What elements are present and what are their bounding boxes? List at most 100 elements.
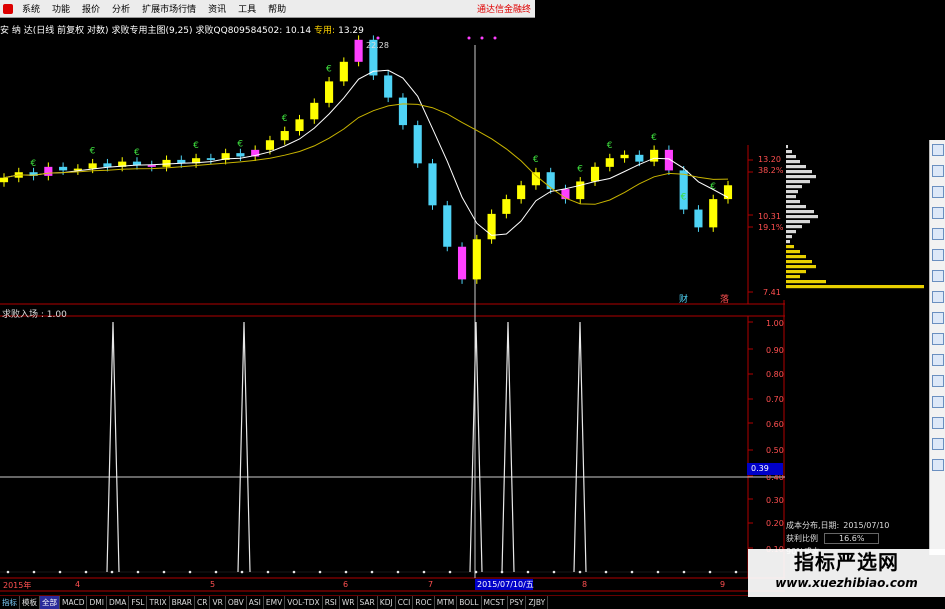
tab-kdj[interactable]: KDJ [378, 596, 396, 609]
tab--[interactable]: 指标 [0, 596, 20, 609]
candle-body [531, 172, 540, 186]
chip-bar [786, 175, 816, 179]
menu-item-system[interactable]: 系统 [16, 2, 46, 15]
ma-icon[interactable] [932, 354, 944, 366]
tab-fsl[interactable]: FSL [129, 596, 148, 609]
baseline-dot [162, 570, 166, 574]
menu-item-analysis[interactable]: 分析 [106, 2, 136, 15]
grid-icon[interactable] [932, 228, 944, 240]
tab-brar[interactable]: BRAR [170, 596, 196, 609]
tab--[interactable]: 全部 [40, 596, 60, 609]
top-marker-1 [376, 36, 380, 40]
more-icon[interactable] [932, 396, 944, 408]
candle-body [310, 102, 319, 120]
entry-spike-5 [573, 321, 587, 573]
chip-bar [786, 255, 806, 259]
baseline-dot [6, 570, 10, 574]
draw-icon[interactable] [932, 417, 944, 429]
sub-tick-2: 0.90 [766, 346, 784, 355]
bottom-icon[interactable] [932, 438, 944, 450]
tab-dmi[interactable]: DMI [87, 596, 107, 609]
menu-item-help[interactable]: 帮助 [262, 2, 292, 15]
month-label-6: 6 [343, 580, 349, 589]
k-icon[interactable] [932, 207, 944, 219]
tab-zjby[interactable]: ZJBY [526, 596, 549, 609]
candle-body [88, 163, 97, 169]
signal-glyph-13: € [710, 182, 716, 192]
month-label-7: 7 [428, 580, 434, 589]
candle-body [472, 239, 481, 280]
tab--[interactable]: 模板 [20, 596, 40, 609]
candle-body [206, 158, 215, 160]
signal-glyph-4: € [193, 141, 199, 151]
tab-macd[interactable]: MACD [60, 596, 88, 609]
trend-icon[interactable] [932, 165, 944, 177]
menu-item-news[interactable]: 资讯 [202, 2, 232, 15]
indicator-name: 求败专用主图(9,25) [111, 26, 193, 36]
sub-chart-title: 求败入场 : 1.00 [2, 310, 67, 320]
tab-boll[interactable]: BOLL [457, 596, 482, 609]
tab-trix[interactable]: TRIX [147, 596, 170, 609]
entry-spike-3 [469, 321, 483, 573]
signal-glyph-10: € [607, 141, 613, 151]
list-icon[interactable] [932, 375, 944, 387]
tab-cr[interactable]: CR [195, 596, 211, 609]
tab-obv[interactable]: OBV [226, 596, 247, 609]
chip-bar [786, 190, 798, 194]
tab-rsi[interactable]: RSI [323, 596, 340, 609]
menu-item-function[interactable]: 功能 [46, 2, 76, 15]
tab-emv[interactable]: EMV [264, 596, 286, 609]
tab-cci[interactable]: CCI [396, 596, 414, 609]
candle-body [709, 199, 718, 228]
chip-bar [786, 150, 792, 154]
indicator-info-line: 安 纳 达(日线 前复权 对数) 求败专用主图(9,25) 求败QQ80958450… [0, 23, 367, 36]
tab-mtm[interactable]: MTM [435, 596, 458, 609]
sub-tick-1: 1.00 [766, 319, 784, 328]
candle-body [457, 246, 467, 280]
end-icon[interactable] [932, 459, 944, 471]
baseline-dot [292, 570, 296, 574]
tag-cai[interactable]: 财 [679, 292, 688, 305]
menu-item-tools[interactable]: 工具 [232, 2, 262, 15]
menu-bar: 系统 功能 报价 分析 扩展市场行情 资讯 工具 帮助 通达信金融终 [0, 0, 535, 18]
watermark: 指标严选网 www.xuezhibiao.com [748, 549, 945, 597]
tab-vr[interactable]: VR [210, 596, 226, 609]
zoom-icon[interactable] [932, 333, 944, 345]
entry-spike-4 [501, 321, 515, 573]
tab-wr[interactable]: WR [340, 596, 358, 609]
tab-vol-tdx[interactable]: VOL-TDX [285, 596, 323, 609]
indicator-tab-bar: 指标 模板 全部 MACD DMI DMA FSL TRIX BRAR CR VR OBV ASI EMV… [0, 595, 945, 609]
tab-psy[interactable]: PSY [508, 596, 527, 609]
tool-icon[interactable] [932, 312, 944, 324]
line-icon[interactable] [932, 270, 944, 282]
menu-item-quote[interactable]: 报价 [76, 2, 106, 15]
tab-dma[interactable]: DMA [107, 596, 130, 609]
ma-short-line [3, 69, 729, 236]
bar-icon[interactable] [932, 186, 944, 198]
chip-bar [786, 250, 800, 254]
chart-canvas[interactable]: € € € € € € € € € € € € € [0, 0, 945, 609]
tab-asi[interactable]: ASI [247, 596, 264, 609]
tab-sar[interactable]: SAR [358, 596, 378, 609]
chip-bar [786, 145, 788, 149]
baseline-dot [422, 570, 426, 574]
menu-item-extended-market[interactable]: 扩展市场行情 [136, 2, 202, 15]
entry-spike-2 [237, 321, 251, 573]
profit-value: 16.6% [824, 533, 880, 544]
sub-tick-9: 0.20 [766, 519, 784, 528]
tab-mcst[interactable]: MCST [482, 596, 508, 609]
tag-luo[interactable]: 落 [720, 292, 729, 305]
chart-icon[interactable] [932, 144, 944, 156]
rsi-icon[interactable] [932, 291, 944, 303]
promo-link[interactable]: 通达信金融终 [477, 2, 535, 15]
volume-icon[interactable] [932, 249, 944, 261]
tab-roc[interactable]: ROC [413, 596, 435, 609]
top-marker-2 [467, 36, 471, 40]
author-label: 求败QQ809584502: [195, 26, 283, 36]
chip-bar [786, 210, 814, 214]
chip-bar [786, 165, 806, 169]
baseline-dot [370, 570, 374, 574]
baseline-dot [526, 570, 530, 574]
chip-bar [786, 195, 796, 199]
price-tick-5: 7.41 [763, 288, 781, 297]
